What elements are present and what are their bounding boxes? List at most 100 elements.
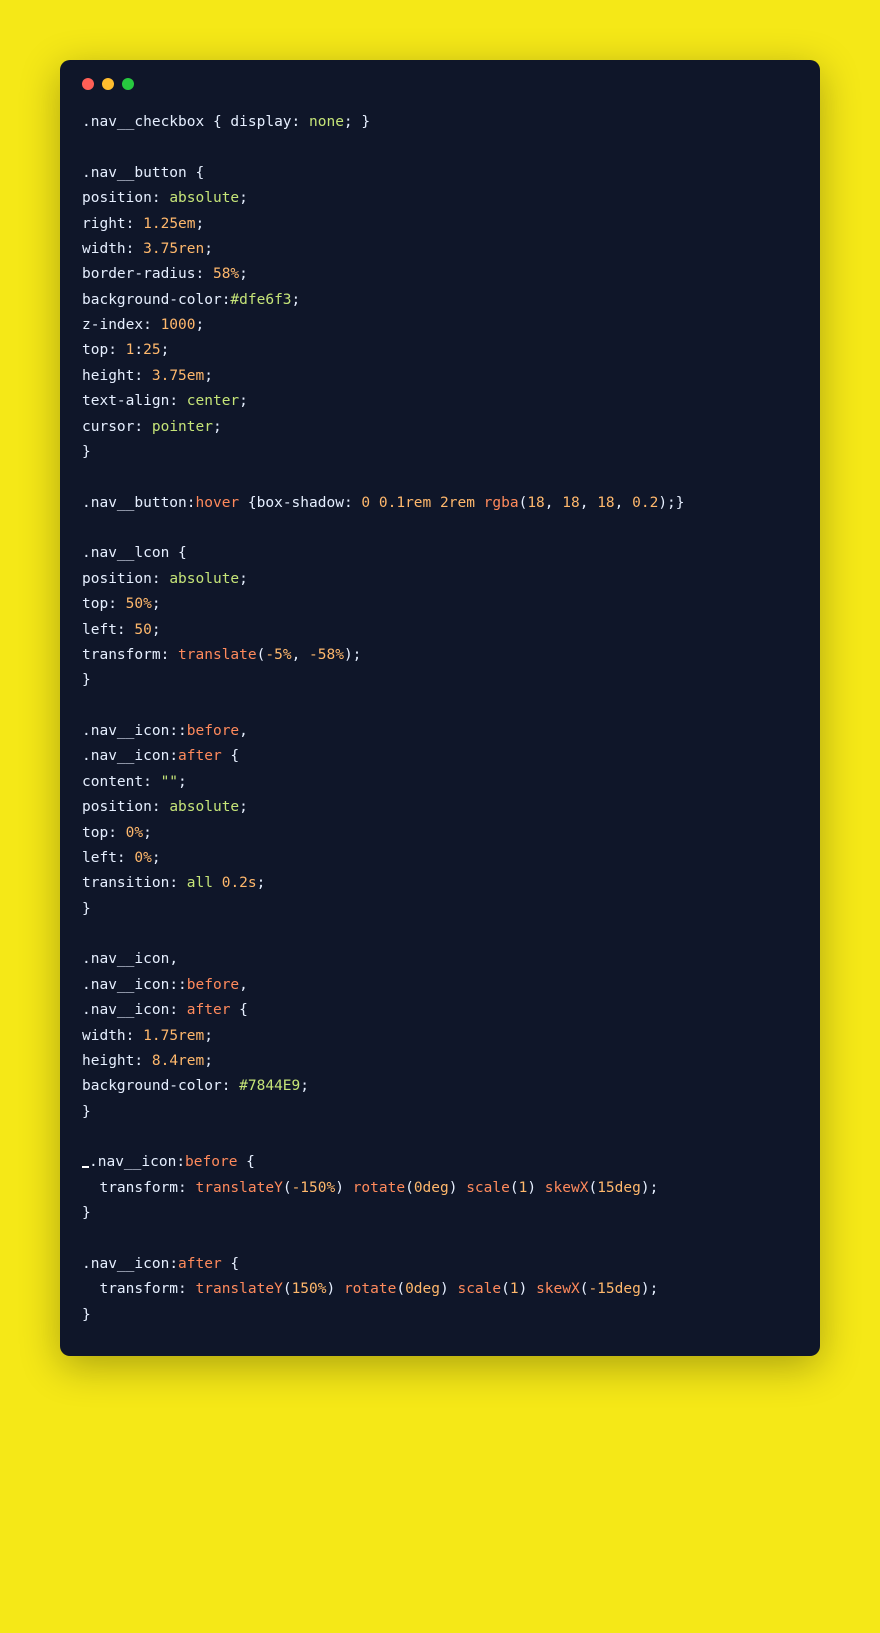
code-token: :: [126, 216, 143, 232]
code-token: z-index: [82, 317, 143, 333]
code-token: 0.2: [632, 495, 658, 511]
code-token: after: [178, 1256, 222, 1272]
code-token: position: [82, 571, 152, 587]
code-token: {: [204, 114, 230, 130]
code-window: .nav__checkbox { display: none; } .nav__…: [60, 60, 820, 1356]
code-token: (: [501, 1281, 510, 1297]
code-token: content: [82, 774, 143, 790]
code-token: [431, 495, 440, 511]
code-token: background-color: [82, 1078, 222, 1094]
code-token: position: [82, 799, 152, 815]
traffic-light-zoom-icon[interactable]: [122, 78, 134, 90]
code-token: ,: [169, 951, 178, 967]
code-token: {: [230, 1002, 247, 1018]
code-token: 18: [527, 495, 544, 511]
code-token: rgba: [484, 495, 519, 511]
code-token: height: [82, 368, 134, 384]
code-token: [370, 495, 379, 511]
code-token: width: [82, 1028, 126, 1044]
code-token: [82, 1281, 99, 1297]
code-token: :: [126, 1028, 143, 1044]
code-token: 1: [510, 1281, 519, 1297]
code-token: :: [292, 114, 309, 130]
code-token: (: [405, 1180, 414, 1196]
code-token: :: [152, 190, 169, 206]
code-token: ;: [152, 596, 161, 612]
code-token: 58%: [213, 266, 239, 282]
code-token: transform: [99, 1180, 178, 1196]
code-token: [475, 495, 484, 511]
code-token: );: [641, 1281, 658, 1297]
code-token: after: [178, 748, 222, 764]
code-token: skewX: [536, 1281, 580, 1297]
code-token: {: [237, 1154, 254, 1170]
code-token: 0deg: [405, 1281, 440, 1297]
code-block[interactable]: .nav__checkbox { display: none; } .nav__…: [82, 110, 798, 1328]
code-token: .nav__icon: [82, 977, 169, 993]
code-token: ;: [204, 1028, 213, 1044]
code-token: }: [82, 1307, 91, 1323]
code-token: 0%: [134, 850, 151, 866]
code-token: -150%: [292, 1180, 336, 1196]
code-token: .nav__icon: [82, 748, 169, 764]
code-token: ;: [239, 799, 248, 815]
code-token: (: [396, 1281, 405, 1297]
code-token: :: [108, 596, 125, 612]
code-token: {: [169, 545, 186, 561]
code-token: ,: [615, 495, 632, 511]
code-token: }: [82, 901, 91, 917]
code-token: ; }: [344, 114, 370, 130]
code-token: :: [117, 850, 134, 866]
code-token: 1.75rem: [143, 1028, 204, 1044]
code-token: ;: [204, 1053, 213, 1069]
code-token: ,: [239, 977, 248, 993]
code-token: 0%: [126, 825, 143, 841]
code-token: 0deg: [414, 1180, 449, 1196]
code-token: ;: [257, 875, 266, 891]
code-token: .nav__icon: [82, 951, 169, 967]
code-token: ;: [239, 571, 248, 587]
code-token: ;: [161, 342, 170, 358]
code-token: ): [519, 1281, 536, 1297]
code-token: :: [176, 1154, 185, 1170]
code-token: ;: [239, 393, 248, 409]
code-token: scale: [457, 1281, 501, 1297]
code-token: :: [134, 1053, 151, 1069]
code-token: ;: [300, 1078, 309, 1094]
code-token: top: [82, 825, 108, 841]
code-token: absolute: [169, 571, 239, 587]
code-token: ;: [152, 622, 161, 638]
code-token: :: [108, 825, 125, 841]
code-token: before: [187, 977, 239, 993]
code-token: scale: [466, 1180, 510, 1196]
code-token: 50%: [126, 596, 152, 612]
code-token: before: [185, 1154, 237, 1170]
code-token: );: [641, 1180, 658, 1196]
code-token: 1000: [161, 317, 196, 333]
code-token: :: [152, 799, 169, 815]
code-token: :: [152, 571, 169, 587]
code-token: all: [187, 875, 213, 891]
code-token: }: [82, 1104, 91, 1120]
code-token: 0: [361, 495, 370, 511]
code-token: .nav__icon: [82, 1002, 169, 1018]
code-token: .nav__button: [82, 165, 187, 181]
code-token: (: [588, 1180, 597, 1196]
code-token: transition: [82, 875, 169, 891]
code-token: [82, 1180, 99, 1196]
code-token: ;: [204, 368, 213, 384]
code-token: 8.4rem: [152, 1053, 204, 1069]
traffic-light-close-icon[interactable]: [82, 78, 94, 90]
code-token: #dfe6f3: [230, 292, 291, 308]
code-token: ;: [213, 419, 222, 435]
code-token: ,: [292, 647, 309, 663]
code-token: top: [82, 596, 108, 612]
code-token: .nav__icon: [82, 723, 169, 739]
code-token: 2rem: [440, 495, 475, 511]
code-token: ;: [196, 216, 205, 232]
code-token: ): [449, 1180, 466, 1196]
code-token: 3.75em: [152, 368, 204, 384]
code-token: -58%: [309, 647, 344, 663]
code-token: width: [82, 241, 126, 257]
traffic-light-minimize-icon[interactable]: [102, 78, 114, 90]
